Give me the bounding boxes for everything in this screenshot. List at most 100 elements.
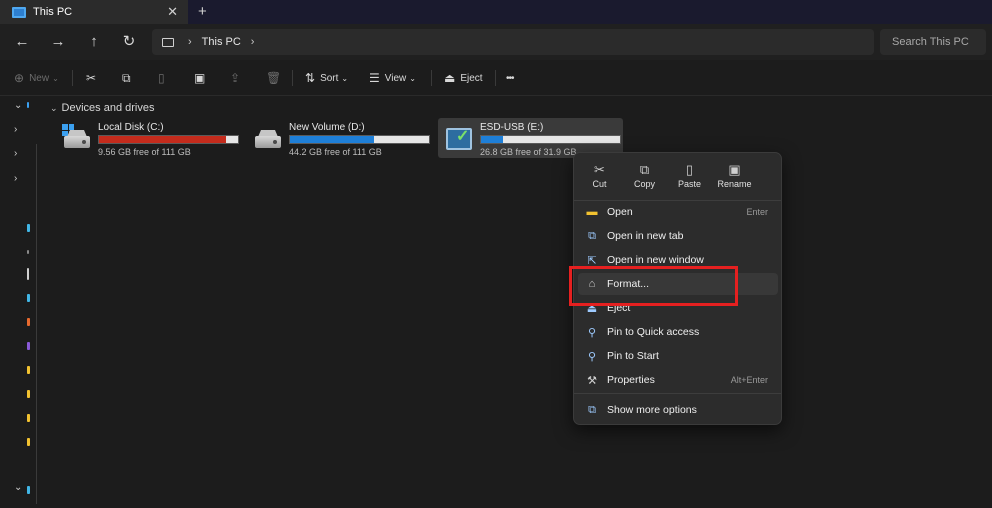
chevron-right-icon[interactable]: › <box>14 124 17 135</box>
chevron-right-icon[interactable]: › <box>14 148 17 159</box>
paste-button[interactable]: ▯ <box>158 70 170 86</box>
menu-item-open-in-new-tab[interactable]: ⧉ Open in new tab <box>578 225 778 247</box>
eject-icon: ⏏ <box>444 71 456 85</box>
rename-label: Rename <box>717 179 752 189</box>
sidebar-item-icon[interactable] <box>27 438 30 446</box>
chevron-down-icon: ⌄ <box>409 73 416 83</box>
chevron-right-icon[interactable]: › <box>14 173 17 184</box>
view-button[interactable]: ☰ View ⌄ <box>369 70 416 86</box>
forward-button[interactable]: → <box>48 32 68 52</box>
back-button[interactable]: ← <box>12 32 32 52</box>
chevron-right-icon[interactable]: › <box>251 36 255 48</box>
drive-usage-fill <box>99 136 227 143</box>
drive-free-space: 26.8 GB free of 31.9 GB <box>480 147 577 157</box>
divider <box>292 70 293 86</box>
breadcrumb-this-pc[interactable]: This PC <box>202 36 241 48</box>
chevron-down-icon[interactable]: ⌄ <box>14 100 22 111</box>
scissors-icon: ✂ <box>86 71 97 85</box>
menu-item-label: Show more options <box>607 404 697 416</box>
paste-icon: ▯ <box>685 162 694 177</box>
cut-button[interactable]: ✂ <box>86 70 101 86</box>
plus-circle-icon: ⊕ <box>14 71 25 85</box>
view-label: View <box>384 72 407 84</box>
menu-item-pin-to-quick-access[interactable]: ⚲ Pin to Quick access <box>578 321 778 343</box>
sidebar-item-icon[interactable] <box>27 390 30 398</box>
command-bar: ⊕ New ⌄ ✂ ⧉ ▯ ▣ ⇪ 🗑 ⇅ Sort ⌄ ☰ View ⌄ ⏏ … <box>0 60 992 96</box>
pin-start-icon: ⚲ <box>587 350 597 363</box>
copy-action[interactable]: ⧉ Copy <box>622 161 667 197</box>
refresh-button[interactable]: ↻ <box>119 32 139 52</box>
share-button[interactable]: ⇪ <box>230 70 245 86</box>
menu-item-label: Properties <box>607 374 655 386</box>
chevron-down-icon: ⌄ <box>50 102 58 113</box>
menu-item-label: Pin to Quick access <box>607 326 700 338</box>
drive-name: Local Disk (C:) <box>98 122 164 133</box>
new-button[interactable]: ⊕ New ⌄ <box>14 70 59 86</box>
share-icon: ⇪ <box>230 71 241 85</box>
menu-item-properties[interactable]: ⚒ Properties Alt+Enter <box>578 369 778 391</box>
drive-name: New Volume (D:) <box>289 122 365 133</box>
eject-label: Eject <box>460 72 483 84</box>
drive-c[interactable]: Local Disk (C:) 9.56 GB free of 111 GB <box>56 118 241 158</box>
title-bar: This PC ✕ + <box>0 0 992 24</box>
copy-label: Copy <box>633 179 655 189</box>
sidebar-item-icon[interactable] <box>27 294 30 302</box>
chevron-right-icon[interactable]: › <box>188 36 192 48</box>
menu-item-label: Open <box>607 206 633 218</box>
new-window-icon: ⇱ <box>587 254 597 267</box>
paste-label: Paste <box>677 179 701 189</box>
section-title: Devices and drives <box>61 102 155 114</box>
devices-and-drives-header[interactable]: ⌄ Devices and drives <box>50 102 154 114</box>
up-button[interactable]: ↑ <box>84 32 104 52</box>
sidebar-item-icon[interactable] <box>27 366 30 374</box>
cut-label: Cut <box>592 179 607 189</box>
drive-free-space: 44.2 GB free of 111 GB <box>289 147 382 157</box>
more-options-icon: ⧉ <box>588 403 596 416</box>
copy-button[interactable]: ⧉ <box>122 70 136 86</box>
navigation-pane: ⌄ › › › ⌄ <box>0 96 44 508</box>
new-tab-icon: ⧉ <box>588 229 596 242</box>
menu-item-shortcut: Enter <box>746 207 768 217</box>
sort-label: Sort <box>320 72 339 84</box>
chevron-down-icon: ⌄ <box>341 73 349 83</box>
sidebar-item-icon[interactable] <box>27 250 29 254</box>
drive-usage-fill <box>290 136 374 143</box>
pane-divider <box>36 144 37 504</box>
rename-button[interactable]: ▣ <box>194 70 210 86</box>
copy-icon: ⧉ <box>122 70 131 85</box>
search-input[interactable]: Search This PC <box>880 29 986 55</box>
sort-button[interactable]: ⇅ Sort ⌄ <box>305 70 348 86</box>
menu-item-label: Open in new tab <box>607 230 684 242</box>
paste-action[interactable]: ▯ Paste <box>667 161 712 197</box>
drive-usage-bar <box>480 135 621 144</box>
delete-button[interactable]: 🗑 <box>266 70 286 86</box>
sidebar-item-icon[interactable] <box>27 414 30 422</box>
rename-action[interactable]: ▣ Rename <box>712 161 757 197</box>
wrench-icon: ⚒ <box>587 374 597 387</box>
menu-item-label: Open in new window <box>607 254 704 266</box>
sidebar-item-icon[interactable] <box>27 318 30 326</box>
sidebar-item-icon[interactable] <box>27 224 30 232</box>
navigation-bar: ← → ↑ ↻ › This PC › Search This PC <box>0 24 992 60</box>
close-tab-icon[interactable]: ✕ <box>167 4 178 20</box>
sidebar-item-icon[interactable] <box>27 268 29 280</box>
drive-d[interactable]: New Volume (D:) 44.2 GB free of 111 GB <box>247 118 432 158</box>
pane-marker <box>27 102 29 108</box>
address-bar[interactable]: › This PC › <box>152 29 874 55</box>
usb-drive-icon <box>444 124 474 152</box>
rename-icon: ▣ <box>728 162 741 177</box>
menu-item-open[interactable]: ▬ Open Enter <box>578 201 778 223</box>
menu-item-pin-to-start[interactable]: ⚲ Pin to Start <box>578 345 778 367</box>
sidebar-item-icon[interactable] <box>27 486 30 494</box>
new-tab-button[interactable]: + <box>198 3 207 20</box>
chevron-down-icon[interactable]: ⌄ <box>14 482 22 493</box>
paste-icon: ▯ <box>158 71 165 85</box>
cut-action[interactable]: ✂ Cut <box>577 161 622 197</box>
trash-icon: 🗑 <box>266 71 282 85</box>
menu-item-show-more-options[interactable]: ⧉ Show more options <box>578 399 778 421</box>
more-options-button[interactable]: ••• <box>506 70 514 86</box>
drive-free-space: 9.56 GB free of 111 GB <box>98 147 191 157</box>
sidebar-item-icon[interactable] <box>27 342 30 350</box>
eject-button[interactable]: ⏏ Eject <box>444 70 483 86</box>
tab-this-pc[interactable]: This PC ✕ <box>0 0 188 24</box>
